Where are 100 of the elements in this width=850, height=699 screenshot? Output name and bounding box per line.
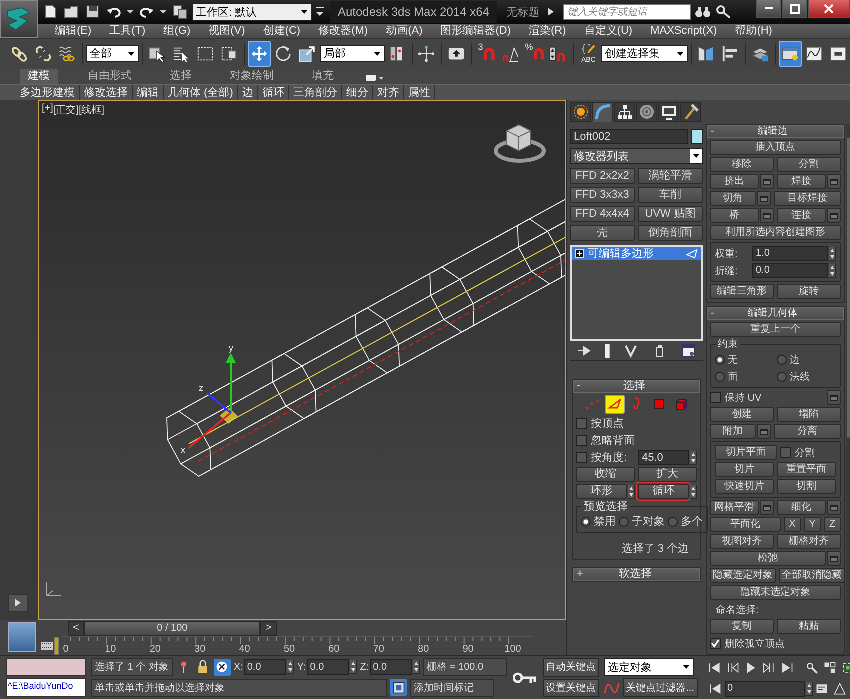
menu-item[interactable]: MAXScript(X)	[642, 24, 726, 38]
command-button[interactable]: 附加	[710, 424, 756, 439]
modifier-button[interactable]: 倒角剖面	[638, 225, 703, 241]
selection-filter-dropdown[interactable]: 全部	[86, 45, 140, 62]
ribbon-tab[interactable]: 填充	[304, 69, 342, 84]
modifier-button[interactable]: UVW 贴图	[638, 206, 703, 222]
ribbon-tab[interactable]: 自由形式	[80, 69, 140, 84]
modifier-button[interactable]: FFD 2x2x2	[570, 168, 635, 184]
stack-item[interactable]: 可编辑多边形	[572, 247, 701, 260]
command-panel-tab[interactable]	[614, 102, 635, 122]
modifier-button[interactable]: FFD 4x4x4	[570, 206, 635, 222]
menu-item[interactable]: 创建(C)	[254, 24, 310, 38]
tool-button[interactable]: %	[523, 40, 546, 66]
rollout-header[interactable]: - 编辑边	[707, 125, 844, 138]
menu-item[interactable]: 自定义(U)	[575, 24, 642, 38]
viewport[interactable]: x y z [+][正交][线框]	[38, 100, 566, 620]
set-key-mode-button[interactable]: 设置关键点	[543, 678, 600, 697]
viewport-menu-label[interactable]: [线框]	[78, 103, 105, 117]
next-frame-button[interactable]: >	[260, 620, 277, 636]
command-button[interactable]: 扩大	[638, 467, 697, 482]
coordinate-system-dropdown[interactable]: 局部	[320, 45, 385, 62]
listener-input[interactable]	[6, 658, 86, 676]
command-button[interactable]: 塌陷	[777, 407, 841, 422]
tool-button[interactable]	[248, 40, 272, 66]
command-button[interactable]: 重置平面	[777, 462, 836, 477]
menu-item[interactable]: 工具(T)	[100, 24, 155, 38]
command-panel-tab[interactable]	[636, 102, 657, 122]
settings-button[interactable]	[827, 390, 841, 405]
radio-button[interactable]	[581, 516, 591, 526]
modifier-button[interactable]: FFD 3x3x3	[570, 187, 635, 203]
number-field[interactable]: 1.0	[752, 246, 828, 261]
settings-button[interactable]	[760, 208, 774, 223]
modifier-list-dropdown[interactable]: 修改器列表	[570, 148, 703, 164]
command-button[interactable]: 收缩	[576, 467, 635, 482]
command-button[interactable]: 切割	[777, 479, 836, 494]
mini-viewport-thumbnail[interactable]	[8, 622, 36, 652]
settings-button[interactable]	[827, 551, 841, 566]
quick-access-button[interactable]	[126, 9, 135, 15]
quick-access-button[interactable]	[159, 9, 168, 15]
checkbox[interactable]	[710, 392, 721, 403]
object-name-field[interactable]: Loft002	[570, 129, 688, 144]
settings-button[interactable]	[827, 174, 841, 189]
maximize-button[interactable]	[782, 0, 807, 18]
command-button[interactable]: 连接	[777, 208, 826, 223]
key-mode-dropdown[interactable]: 选定对象	[604, 658, 694, 676]
rollout-header[interactable]: - 编辑几何体	[707, 307, 844, 320]
menu-item[interactable]: 动画(A)	[377, 24, 432, 38]
command-button[interactable]: 挤出	[710, 174, 759, 189]
radio-button[interactable]	[777, 354, 787, 364]
settings-button[interactable]	[757, 191, 771, 206]
auto-key-button[interactable]: 自动关键点	[543, 658, 600, 676]
time-tag-button[interactable]	[390, 679, 407, 696]
checkbox[interactable]	[576, 418, 587, 429]
command-button[interactable]: 循环	[638, 484, 689, 499]
scrollbar[interactable]	[846, 124, 850, 655]
settings-button[interactable]	[827, 500, 841, 515]
named-selection-dropdown[interactable]: 创建选择集	[601, 45, 688, 62]
viewport-menu-label[interactable]: [正交]	[53, 103, 79, 117]
workspace-dropdown[interactable]: 工作区: 默认	[192, 3, 312, 21]
view-cube-drawing[interactable]	[494, 124, 546, 163]
command-panel-tab[interactable]	[680, 102, 701, 122]
menu-item[interactable]: 视图(V)	[200, 24, 254, 38]
radio-button[interactable]	[668, 516, 678, 526]
subobject-button[interactable]	[604, 395, 624, 414]
menu-item[interactable]: 组(G)	[154, 24, 200, 38]
modifier-button[interactable]: 壳	[570, 225, 635, 241]
command-button[interactable]: 切片	[715, 462, 774, 477]
settings-button[interactable]	[760, 500, 774, 515]
axis-button[interactable]: Z	[824, 517, 841, 532]
command-button[interactable]: 重复上一个	[710, 322, 841, 337]
command-panel-tab[interactable]	[592, 102, 613, 122]
quick-access-button[interactable]	[171, 3, 189, 21]
application-button[interactable]	[0, 0, 38, 38]
command-button[interactable]: 细化	[777, 500, 826, 515]
menu-item[interactable]: 编辑(E)	[46, 24, 101, 38]
command-button[interactable]: 视图对齐	[710, 534, 774, 549]
ribbon-tab[interactable]: 对象绘制	[222, 69, 282, 84]
command-button[interactable]: 插入顶点	[710, 140, 841, 155]
transform-type-in-button[interactable]	[214, 658, 231, 676]
command-button[interactable]: 目标焊接	[774, 191, 841, 206]
coordinate-field[interactable]: 0.0	[370, 659, 412, 676]
checkbox[interactable]	[576, 435, 587, 446]
time-slider-marker[interactable]	[54, 637, 59, 655]
command-button[interactable]: 旋转	[777, 284, 841, 299]
coordinate-field[interactable]: 0.0	[307, 659, 350, 676]
command-button[interactable]: 创建	[710, 407, 774, 422]
menu-item[interactable]: 渲染(R)	[520, 24, 576, 38]
command-button[interactable]: 移除	[710, 157, 774, 172]
frame-field[interactable]: 0	[724, 680, 804, 696]
command-button[interactable]: 隐藏未选定对象	[710, 585, 841, 600]
modifier-button[interactable]: 车削	[638, 187, 703, 203]
radio-button[interactable]	[715, 354, 725, 364]
number-field[interactable]: 0.0	[752, 263, 828, 278]
command-button[interactable]: 切角	[710, 191, 756, 206]
command-button[interactable]: 编辑三角形	[710, 284, 774, 299]
search-field[interactable]: 键入关键字或短语	[563, 4, 692, 20]
command-button[interactable]: 栅格对齐	[777, 534, 841, 549]
object-color-swatch[interactable]	[691, 129, 703, 144]
rollout-header[interactable]: + 软选择	[573, 568, 700, 581]
binoculars-button[interactable]	[694, 4, 712, 20]
